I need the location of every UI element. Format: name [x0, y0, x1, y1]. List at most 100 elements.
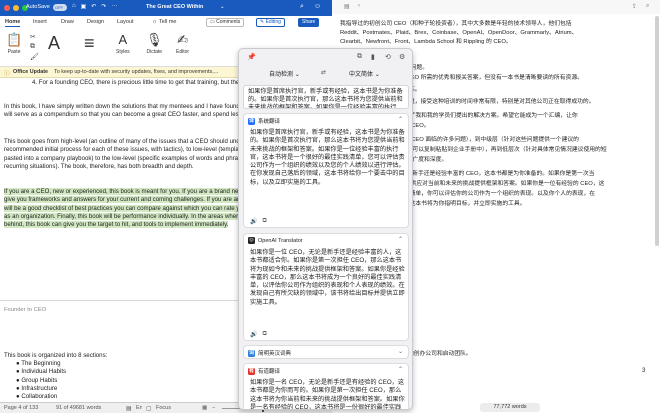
tab-design[interactable]: Design — [87, 19, 104, 25]
card-text: 如果你是一名 CEO，无论是新手还是有经验的 CEO，这本书都是为你而写的。如果… — [250, 379, 405, 410]
paste-label: Paste — [7, 49, 21, 55]
cut-icon[interactable]: ✂ — [30, 33, 36, 41]
home-icon[interactable]: ⌂ — [72, 3, 76, 10]
page-number: 3 — [642, 368, 646, 374]
dictate-button[interactable]: 🎙 Dictate — [146, 31, 163, 55]
card-actions: 🔊 ⧉ — [250, 218, 267, 225]
chevron-down-icon: ⌄ — [294, 72, 300, 78]
chevron-down-icon: ⌄ — [374, 72, 380, 78]
title-chevron-icon[interactable]: ⌄ — [220, 4, 225, 10]
editor-button[interactable]: ✍ Editor — [176, 31, 189, 55]
section-label: Infrastructure — [21, 384, 58, 392]
system-translate-icon: 译 — [248, 117, 255, 125]
share-label: Share — [302, 19, 316, 25]
card-text: 如果你是首席执行官，新手或有经验，这本书是为你准备的。如果你是首次执行官，那么这… — [250, 129, 405, 186]
copy-icon[interactable]: ⧉ — [262, 218, 266, 225]
save-icon[interactable]: ▣ — [81, 3, 87, 10]
chevron-up-icon[interactable]: ⌃ — [398, 236, 403, 243]
copy-icon[interactable]: ⧉ — [30, 43, 35, 51]
ribbon-tabs: Home Insert Draw Design Layout ☼ Tell me… — [0, 16, 332, 29]
focus-label[interactable]: Focus — [156, 405, 171, 411]
editor-icon: ✍ — [177, 32, 188, 47]
target-language-select[interactable]: 中文简体 ⌄ — [349, 69, 380, 78]
view-layout-icon[interactable]: ▦ — [202, 405, 207, 411]
swap-languages-icon[interactable]: ⇄ — [321, 69, 326, 76]
youdao-icon: 有 — [248, 367, 255, 375]
page-indicator[interactable]: Page 4 of 133 — [4, 405, 38, 411]
search-icon[interactable]: ⌕ — [300, 3, 304, 11]
close-window-button[interactable] — [4, 5, 10, 11]
tab-home[interactable]: Home — [5, 19, 21, 27]
redo-icon[interactable]: ↷ — [101, 3, 106, 10]
clipboard-icon: 📋 — [6, 32, 23, 47]
font-group[interactable]: A — [48, 31, 60, 55]
word-count-badge: 77,772 words — [480, 403, 540, 412]
comment-icon: ▭ — [210, 19, 215, 25]
source-text-box[interactable]: 如果你是首席执行官，新手或有经验，这本书是为你准备的。如果你是首次执行官，那么这… — [243, 85, 409, 109]
chevron-up-icon[interactable]: ⌃ — [398, 366, 403, 373]
share-button[interactable]: Share — [298, 18, 320, 27]
share-icon[interactable]: ⇪ — [632, 3, 637, 10]
card-title: 简明英汉词典 — [258, 351, 292, 357]
right-toolbar: ▤ ‹ ⇪ ⌕ — [332, 0, 660, 14]
window-controls — [4, 5, 28, 11]
speaker-icon[interactable]: 🔊 — [250, 218, 257, 225]
styles-button[interactable]: A Styles — [116, 31, 130, 55]
history-icon[interactable]: ⟲ — [385, 53, 391, 61]
chevron-up-icon[interactable]: ⌃ — [398, 116, 403, 123]
undo-icon[interactable]: ↶ — [91, 3, 96, 10]
settings-icon[interactable]: ⚙ — [399, 53, 405, 61]
autosave-toggle[interactable]: OFF — [53, 4, 67, 11]
editing-label: Editing — [265, 19, 281, 25]
copy-icon[interactable]: ⧉ — [262, 331, 266, 338]
concise-dictionary-card[interactable]: 词 简明英汉词典 ⌄ — [243, 345, 409, 359]
tell-me-box[interactable]: ☼ Tell me — [152, 19, 176, 25]
autosave-label: AutoSave — [26, 4, 50, 10]
search-icon[interactable]: ⌕ — [646, 3, 649, 10]
comments-button[interactable]: ▭ Comments — [206, 18, 245, 27]
source-language-select[interactable]: 自动检测 ⌄ — [269, 69, 300, 78]
account-icon[interactable]: ☺ — [314, 3, 321, 10]
sidebar-icon[interactable]: ▤ — [344, 3, 350, 10]
section-label: Collaboration — [21, 393, 58, 401]
bookmark-icon[interactable]: ▮ — [371, 53, 375, 61]
editor-label: Editor — [176, 49, 190, 55]
card-title: 有道翻译 — [258, 369, 281, 375]
minimize-window-button[interactable] — [13, 5, 19, 11]
tab-layout[interactable]: Layout — [117, 19, 134, 25]
word-titlebar: AutoSave OFF ⌂ ▣ ↶ ↷ ··· The Great CEO W… — [0, 0, 332, 16]
paragraph-icon: ≡ — [84, 33, 95, 53]
card-header: 有 有道翻译 — [248, 367, 280, 375]
editing-button[interactable]: ✎ Editing — [256, 18, 285, 27]
card-title: 系统翻译 — [258, 119, 281, 125]
proofing-icon[interactable]: ▤ — [126, 405, 132, 412]
update-bar-label: Office Update — [13, 69, 49, 75]
scrollbar[interactable] — [655, 16, 659, 246]
target-language-label: 中文简体 — [349, 72, 374, 78]
text-line: Reddit、Postmates、Plaid、Brex、Coinbase、Ope… — [340, 30, 578, 36]
more-icon[interactable]: ··· — [111, 3, 117, 10]
speaker-icon[interactable]: 🔊 — [250, 331, 257, 338]
card-actions: 🔊 ⧉ — [250, 331, 267, 338]
tab-draw[interactable]: Draw — [61, 19, 74, 25]
chevron-down-icon[interactable]: ⌄ — [398, 348, 403, 355]
list-number: 4. — [32, 79, 38, 86]
paragraph-group[interactable]: ≡ — [84, 31, 95, 55]
paste-button[interactable]: 📋 Paste — [6, 31, 22, 55]
popup-header: 📌 ⧉ ▮ ⟲ ⚙ — [239, 49, 412, 65]
dictate-label: Dictate — [146, 49, 163, 55]
focus-icon[interactable]: ▢ — [146, 405, 152, 412]
copy-icon[interactable]: ⧉ — [357, 53, 362, 61]
format-painter-icon[interactable]: 🖌 — [30, 53, 39, 61]
styles-icon: A — [118, 32, 128, 47]
section-label: The Beginning — [21, 360, 61, 367]
zoom-out-icon[interactable]: − — [212, 405, 215, 411]
back-icon[interactable]: ‹ — [358, 3, 360, 9]
language-indicator[interactable]: English (United States) — [136, 405, 142, 411]
tab-insert[interactable]: Insert — [33, 19, 47, 25]
tell-me-label: Tell me — [159, 19, 177, 25]
word-count[interactable]: 91 of 49681 words — [56, 405, 101, 411]
youdao-translate-card: 有 有道翻译 ⌃ 如果你是一名 CEO，无论是新手还是有经验的 CEO，这本书都… — [243, 363, 409, 410]
openai-translator-card: ◎ OpenAI Translator ⌃ 如果你是一位 CEO，无论是新手还是… — [243, 233, 409, 341]
pin-icon[interactable]: 📌 — [247, 53, 256, 61]
